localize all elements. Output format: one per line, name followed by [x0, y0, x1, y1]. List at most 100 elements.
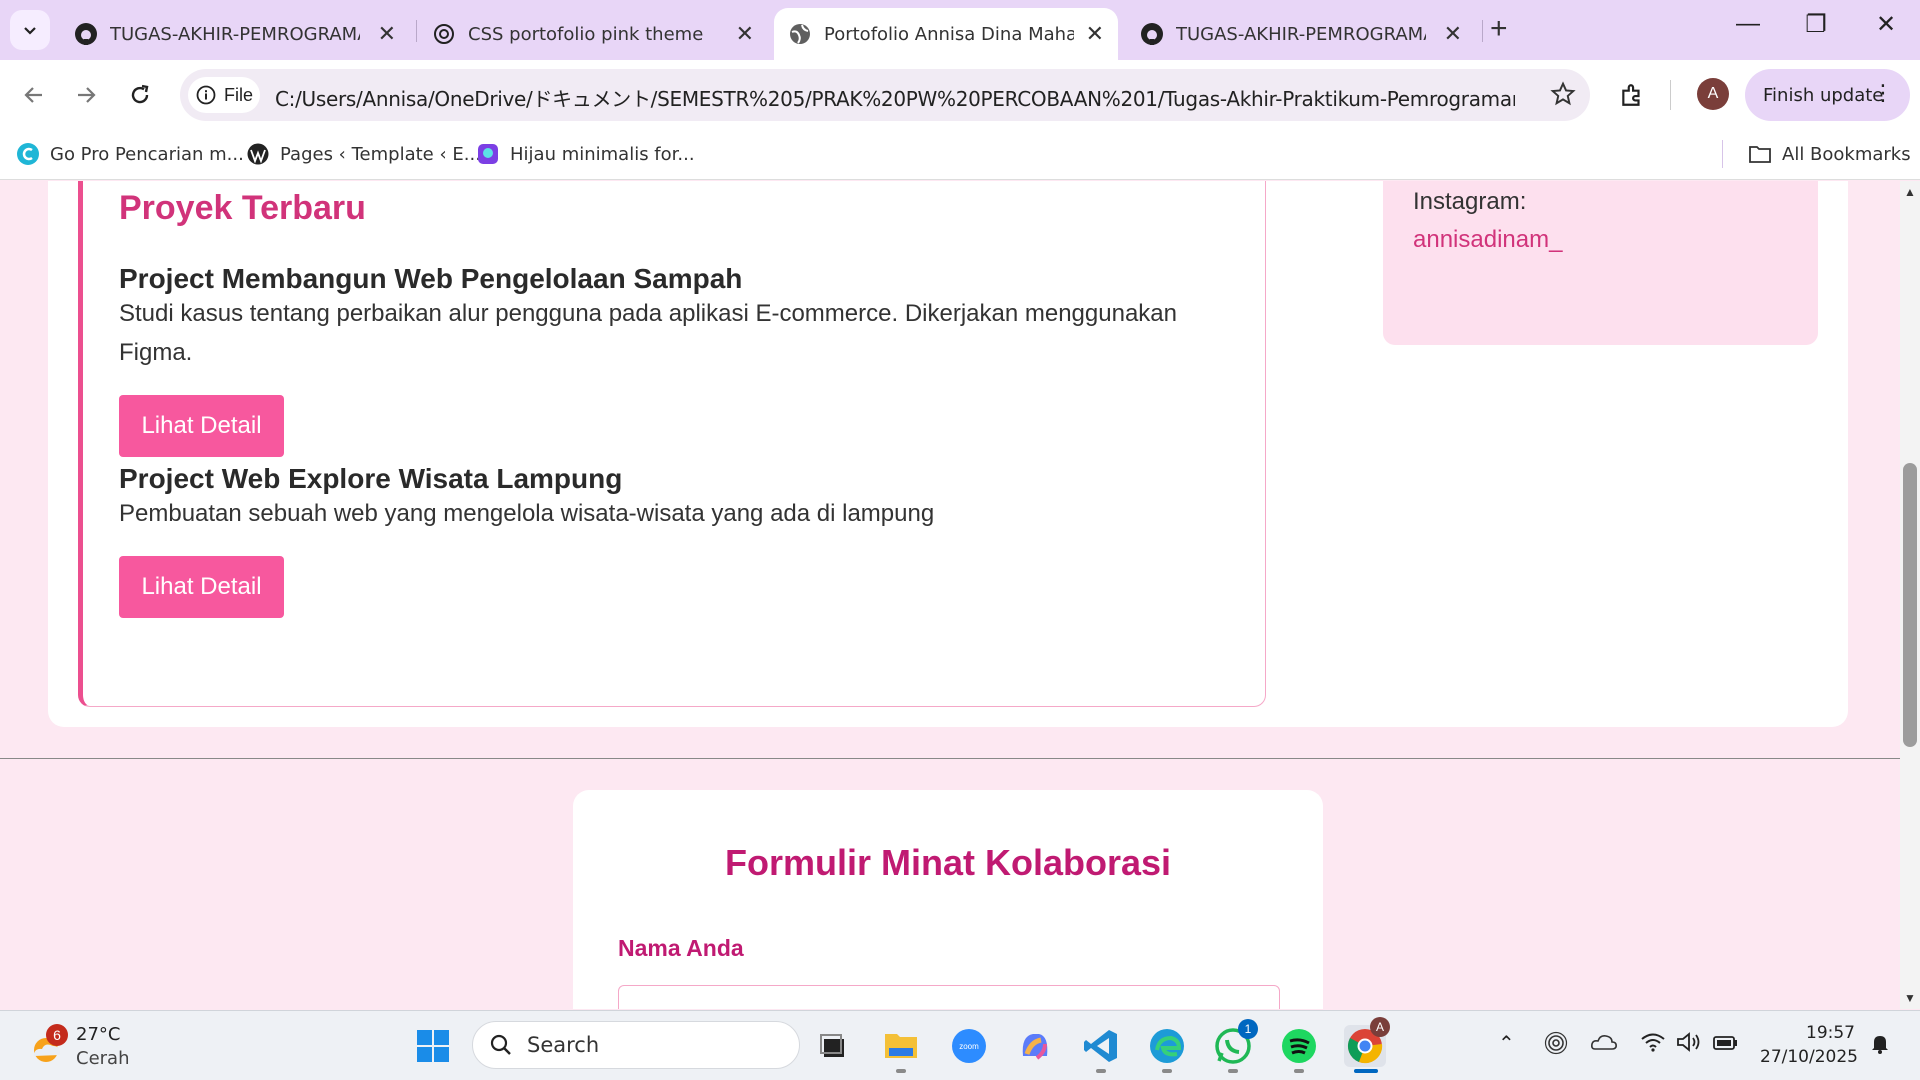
project-title: Project Membangun Web Pengelolaan Sampah: [119, 263, 743, 294]
toolbar-separator: [1670, 80, 1671, 110]
project-description: Pembuatan sebuah web yang mengelola wisa…: [119, 500, 935, 527]
close-icon[interactable]: ✕: [1086, 22, 1104, 47]
puzzle-icon: [1622, 84, 1640, 106]
copilot-icon: [1022, 1034, 1048, 1060]
file-explorer-button[interactable]: [880, 1025, 922, 1067]
info-icon: [196, 85, 216, 105]
scroll-down-icon[interactable]: ▼: [1904, 991, 1916, 1005]
vscode-button[interactable]: [1080, 1025, 1122, 1067]
tab-search-button[interactable]: [10, 10, 50, 50]
weather-badge: 6: [46, 1024, 68, 1046]
tab-separator: [1482, 20, 1483, 42]
running-indicator: [1294, 1069, 1304, 1073]
name-input[interactable]: [618, 985, 1280, 1009]
battery-icon[interactable]: [1712, 1031, 1740, 1059]
weather-text: 27°C Cerah: [76, 1023, 129, 1071]
running-indicator: [1162, 1069, 1172, 1073]
project-description: Studi kasus tentang perbaikan alur pengg…: [119, 300, 1177, 366]
tab-title: Portofolio Annisa Dina Maharani: [824, 23, 1074, 45]
wifi-icon[interactable]: [1640, 1031, 1666, 1059]
extensions-button[interactable]: [1612, 75, 1652, 115]
all-bookmarks-button[interactable]: All Bookmarks: [1748, 142, 1911, 166]
hotspot-icon[interactable]: [1544, 1031, 1568, 1061]
browser-toolbar: File C:/Users/Annisa/OneDrive/ドキュメント/SEM…: [0, 60, 1920, 130]
bookmark-item[interactable]: Hijau minimalis for...: [476, 142, 695, 166]
spotify-button[interactable]: [1278, 1025, 1320, 1067]
running-indicator: [896, 1069, 906, 1073]
scroll-thumb[interactable]: [1903, 463, 1917, 747]
close-window-icon[interactable]: ✕: [1866, 10, 1906, 39]
chrome-button[interactable]: A: [1344, 1017, 1390, 1067]
start-button[interactable]: [412, 1025, 454, 1067]
minimize-icon[interactable]: —: [1728, 10, 1768, 38]
copilot-button[interactable]: [1014, 1025, 1056, 1067]
clock-date: 27/10/2025: [1760, 1047, 1858, 1067]
lihat-detail-button[interactable]: Lihat Detail: [119, 395, 284, 457]
back-button[interactable]: [14, 75, 54, 115]
scroll-up-icon[interactable]: ▲: [1904, 185, 1916, 199]
taskbar-search[interactable]: Search: [472, 1021, 800, 1069]
reload-button[interactable]: [120, 75, 160, 115]
tab-github-1[interactable]: TUGAS-AKHIR-PEMROGRAMAN ✕: [60, 8, 410, 60]
more-vert-icon[interactable]: ⋮: [1872, 81, 1894, 106]
close-icon[interactable]: ✕: [1444, 22, 1462, 47]
bookmark-star-icon[interactable]: [1550, 81, 1576, 107]
restore-icon[interactable]: ❐: [1796, 10, 1836, 39]
edge-button[interactable]: [1146, 1025, 1188, 1067]
chrome-profile-badge: A: [1370, 1017, 1390, 1037]
github-icon: [75, 23, 97, 45]
volume-icon[interactable]: [1676, 1031, 1702, 1059]
lihat-detail-button[interactable]: Lihat Detail: [119, 556, 284, 618]
tab-title: TUGAS-AKHIR-PEMROGRAMAN: [110, 23, 360, 45]
all-bookmarks-label: All Bookmarks: [1782, 143, 1911, 165]
page-viewport: Proyek Terbaru Project Membangun Web Pen…: [0, 181, 1900, 1009]
weather-condition: Cerah: [76, 1048, 130, 1069]
tab-portofolio-active[interactable]: Portofolio Annisa Dina Maharani ✕: [774, 8, 1118, 60]
clock-time: 19:57: [1806, 1023, 1855, 1043]
page-scrollbar[interactable]: ▲ ▼: [1900, 181, 1920, 1009]
notifications-bell-icon[interactable]: [1868, 1031, 1892, 1061]
forward-button[interactable]: [66, 75, 106, 115]
weather-icon: 6: [28, 1024, 68, 1066]
whatsapp-button[interactable]: 1: [1212, 1019, 1258, 1067]
contact-card: 085664851383 Instagram: annisadinam_: [1383, 181, 1818, 345]
instagram-label: Instagram:: [1413, 188, 1527, 215]
zoom-app-button[interactable]: zoom: [948, 1025, 990, 1067]
tab-chatgpt[interactable]: CSS portofolio pink theme ✕: [418, 8, 768, 60]
folder-icon: [1749, 146, 1771, 163]
tab-github-2[interactable]: TUGAS-AKHIR-PEMROGRAMAN ✕: [1126, 8, 1476, 60]
name-label: Nama Anda: [618, 935, 744, 961]
wordpress-icon: [247, 143, 269, 165]
bookmarks-separator: [1722, 140, 1723, 168]
close-icon[interactable]: ✕: [736, 22, 754, 47]
bookmark-label: Pages ‹ Template ‹ E...: [280, 143, 481, 165]
task-view-button[interactable]: [812, 1025, 854, 1067]
task-view-icon: [820, 1034, 844, 1057]
address-bar[interactable]: File C:/Users/Annisa/OneDrive/ドキュメント/SEM…: [180, 69, 1590, 121]
instagram-handle[interactable]: annisadinam_: [1413, 226, 1562, 254]
weather-widget[interactable]: 6 27°C Cerah: [28, 1023, 129, 1071]
system-clock[interactable]: 19:57 27/10/2025: [1760, 1021, 1858, 1069]
show-hidden-icons-button[interactable]: ⌃: [1498, 1031, 1515, 1056]
bookmark-item[interactable]: Pages ‹ Template ‹ E...: [246, 142, 481, 166]
close-icon[interactable]: ✕: [378, 22, 396, 47]
finish-update-button[interactable]: Finish update ⋮: [1745, 69, 1910, 121]
arrow-left-icon: [24, 87, 42, 103]
profile-avatar[interactable]: A: [1697, 78, 1729, 110]
projects-section: Proyek Terbaru Project Membangun Web Pen…: [78, 181, 1266, 707]
svg-text:zoom: zoom: [959, 1042, 979, 1051]
onedrive-icon[interactable]: [1590, 1031, 1618, 1059]
project-title: Project Web Explore Wisata Lampung: [119, 463, 623, 494]
bookmarks-bar: Go Pro Pencarian m... Pages ‹ Template ‹…: [0, 130, 1920, 180]
url-text[interactable]: C:/Users/Annisa/OneDrive/ドキュメント/SEMESTR%…: [275, 83, 1515, 112]
active-indicator: [1354, 1069, 1378, 1073]
bookmark-item[interactable]: Go Pro Pencarian m...: [16, 142, 244, 166]
folder-icon: [885, 1034, 917, 1058]
bookmark-label: Hijau minimalis for...: [510, 143, 695, 165]
collaboration-form: Formulir Minat Kolaborasi Nama Anda: [573, 790, 1323, 1009]
running-indicator: [1096, 1069, 1106, 1073]
vscode-icon: [1084, 1030, 1117, 1062]
whatsapp-badge: 1: [1238, 1019, 1258, 1039]
site-info-chip[interactable]: File: [188, 77, 260, 113]
new-tab-button[interactable]: +: [1490, 12, 1508, 46]
